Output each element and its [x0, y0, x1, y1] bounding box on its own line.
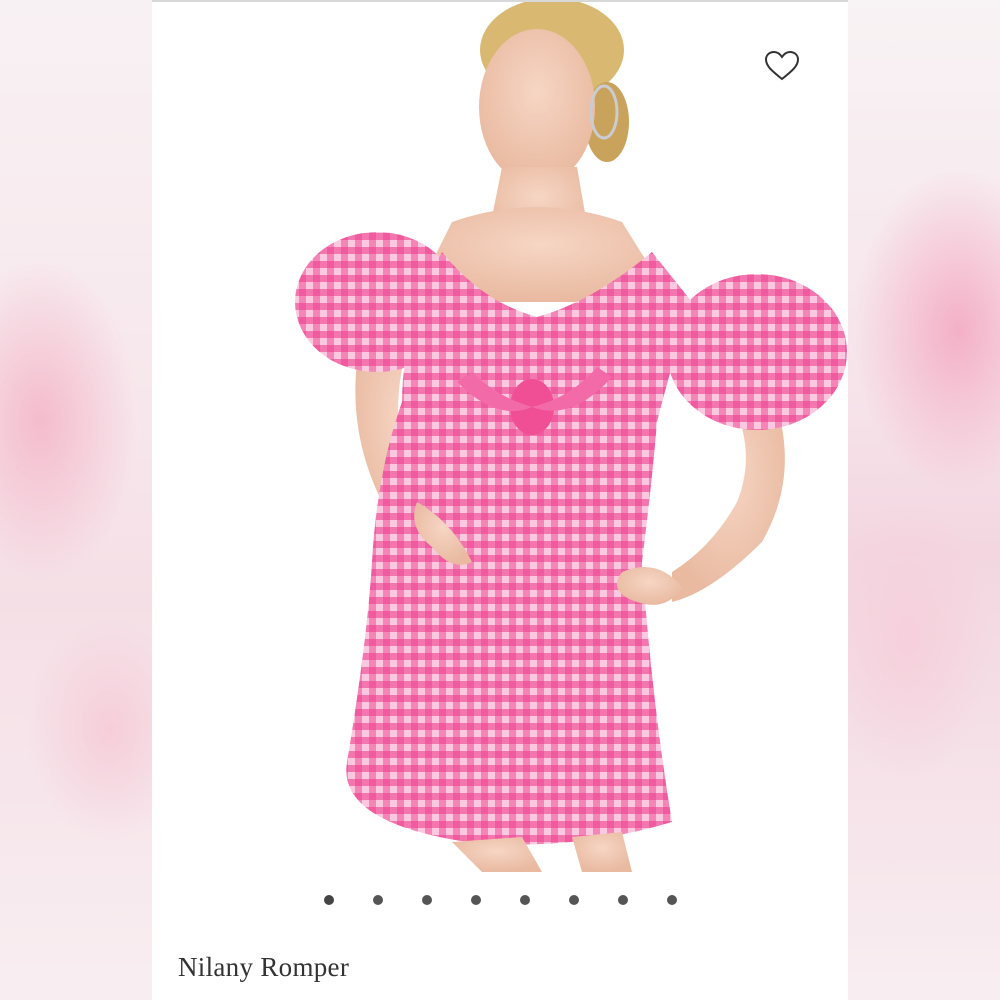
product-title: Nilany Romper	[178, 952, 350, 982]
carousel-dot-1[interactable]	[324, 895, 334, 905]
carousel-dot-4[interactable]	[471, 895, 481, 905]
blurred-background-right	[848, 0, 1000, 1000]
screenshot-frame: Nilany Romper	[0, 0, 1000, 1000]
blurred-background-left	[0, 0, 152, 1000]
heart-outline-icon	[764, 50, 800, 81]
carousel-dot-5[interactable]	[520, 895, 530, 905]
carousel-dot-2[interactable]	[373, 895, 383, 905]
carousel-dot-3[interactable]	[422, 895, 432, 905]
carousel-dot-8[interactable]	[667, 895, 677, 905]
carousel-dot-7[interactable]	[618, 895, 628, 905]
product-photo[interactable]	[152, 2, 848, 872]
image-carousel-dots	[152, 890, 848, 910]
carousel-dot-6[interactable]	[569, 895, 579, 905]
model-illustration	[295, 2, 847, 872]
wishlist-heart-button[interactable]	[760, 46, 804, 86]
product-card: Nilany Romper	[152, 0, 848, 1000]
